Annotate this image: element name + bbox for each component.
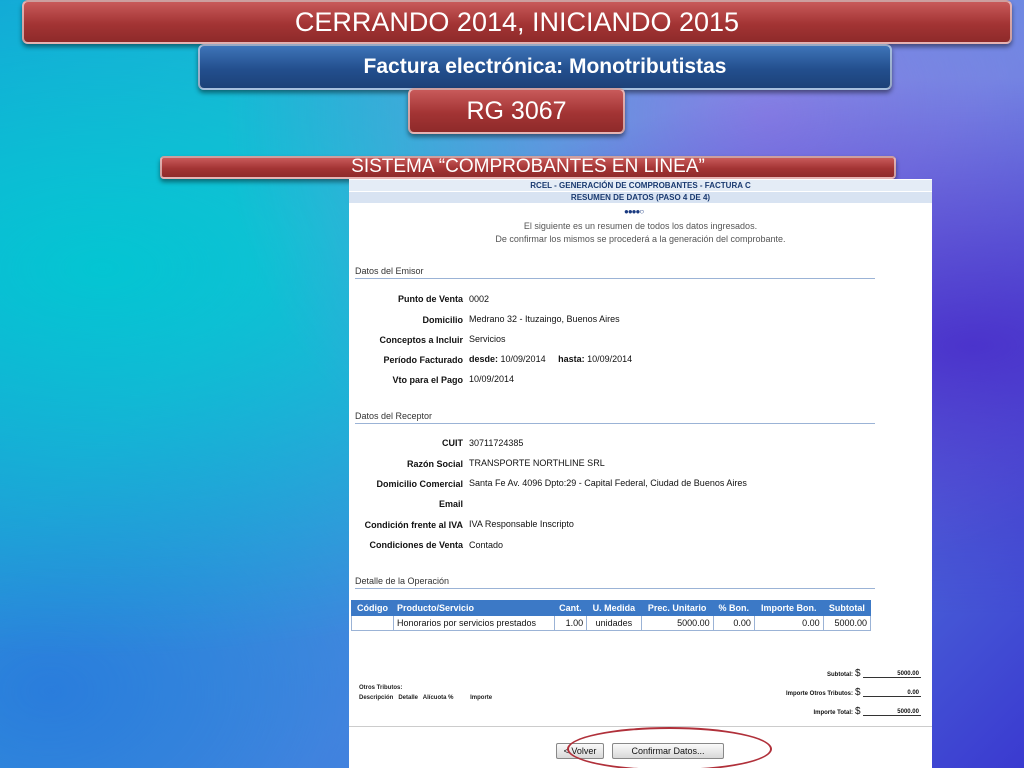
cuit-label: CUIT (442, 438, 463, 448)
cell-cantidad: 1.00 (553, 615, 588, 631)
volver-button[interactable]: < Volver (556, 743, 604, 759)
condiciones-venta-label: Condiciones de Venta (369, 540, 463, 550)
periodo-hasta-label: hasta: (558, 354, 585, 364)
periodo-value: desde: 10/09/2014 hasta: 10/09/2014 (469, 354, 632, 364)
system-banner: SISTEMA “COMPROBANTES EN LINEA” (160, 156, 896, 179)
form-step-header: RESUMEN DE DATOS (PASO 4 DE 4) (349, 192, 932, 203)
confirmar-datos-button[interactable]: Confirmar Datos... (612, 743, 724, 759)
detalle-table: Código Producto/Servicio Cant. U. Medida… (351, 600, 872, 631)
punto-venta-label: Punto de Venta (397, 294, 463, 304)
col-producto: Producto/Servicio (393, 600, 555, 616)
periodo-hasta-value: 10/09/2014 (587, 354, 633, 364)
conceptos-value: Servicios (469, 334, 506, 344)
section-emisor: Datos del Emisor (355, 266, 875, 279)
rcel-form: RCEL - GENERACIÓN DE COMPROBANTES - FACT… (349, 179, 932, 768)
importe-total-value: 5000.00 (863, 709, 921, 716)
condicion-iva-value: IVA Responsable Inscripto (469, 519, 574, 529)
footer-divider (349, 726, 932, 727)
cell-bon-importe: 0.00 (753, 615, 824, 631)
table-header-row: Código Producto/Servicio Cant. U. Medida… (351, 600, 872, 616)
cell-bon-pct: 0.00 (712, 615, 755, 631)
domicilio-comercial-value: Santa Fe Av. 4096 Dpto:29 - Capital Fede… (469, 478, 747, 488)
otros-tributos-headers: Descripción Detalle Alícuota % Importe (359, 695, 493, 701)
condicion-iva-label: Condición frente al IVA (364, 520, 463, 530)
conceptos-label: Conceptos a Incluir (379, 335, 463, 345)
col-bon-importe: Importe Bon. (753, 600, 824, 616)
rg-badge: RG 3067 (408, 88, 625, 134)
vto-label: Vto para el Pago (392, 375, 463, 385)
domicilio-emisor-label: Domicilio (422, 315, 463, 325)
otros-tributos-total-label: Importe Otros Tributos: (785, 691, 853, 697)
col-cantidad: Cant. (553, 600, 588, 616)
slide-subtitle: Factura electrónica: Monotributistas (198, 44, 892, 90)
col-bon-pct: % Bon. (712, 600, 755, 616)
col-precio: Prec. Unitario (640, 600, 714, 616)
cell-codigo (351, 615, 394, 631)
subtotal-label: Subtotal: (827, 672, 853, 678)
cell-precio: 5000.00 (640, 615, 714, 631)
col-subtotal: Subtotal (822, 600, 872, 616)
cell-subtotal: 5000.00 (822, 615, 872, 631)
otros-tributos-total-value: 0.00 (863, 690, 921, 697)
section-receptor: Datos del Receptor (355, 411, 875, 424)
col-codigo: Código (351, 600, 394, 616)
otros-tributos-currency: $ (855, 687, 861, 698)
periodo-label: Período Facturado (383, 355, 463, 365)
importe-total-label: Importe Total: (813, 710, 853, 716)
otros-tributos-title: Otros Tributos: (359, 685, 403, 691)
email-label: Email (438, 499, 463, 509)
cell-producto: Honorarios por servicios prestados (393, 615, 555, 631)
condiciones-venta-value: Contado (469, 540, 504, 550)
periodo-desde-value: 10/09/2014 (500, 354, 546, 364)
cell-medida: unidades (586, 615, 642, 631)
subtotal-value: 5000.00 (863, 671, 921, 678)
subtotal-currency: $ (855, 668, 861, 679)
punto-venta-value: 0002 (469, 294, 490, 304)
razon-social-value: TRANSPORTE NORTHLINE SRL (469, 458, 605, 468)
intro-line-2: De confirmar los mismos se procederá a l… (495, 234, 786, 244)
domicilio-emisor-value: Medrano 32 - Ituzaingo, Buenos Aires (469, 314, 620, 324)
table-row: Honorarios por servicios prestados 1.00 … (351, 615, 872, 631)
razon-social-label: Razón Social (406, 459, 463, 469)
slide-title: CERRANDO 2014, INICIANDO 2015 (22, 0, 1012, 44)
intro-line-1: El siguiente es un resumen de todos los … (523, 221, 758, 231)
vto-value: 10/09/2014 (469, 374, 515, 384)
importe-total-currency: $ (855, 706, 861, 717)
step-progress-dots: ●●●●○ (624, 207, 644, 216)
col-medida: U. Medida (586, 600, 642, 616)
domicilio-comercial-label: Domicilio Comercial (376, 479, 463, 489)
section-operacion: Detalle de la Operación (355, 576, 875, 589)
periodo-desde-label: desde: (469, 354, 499, 364)
form-header: RCEL - GENERACIÓN DE COMPROBANTES - FACT… (349, 180, 932, 191)
cuit-value: 30711724385 (469, 438, 524, 448)
